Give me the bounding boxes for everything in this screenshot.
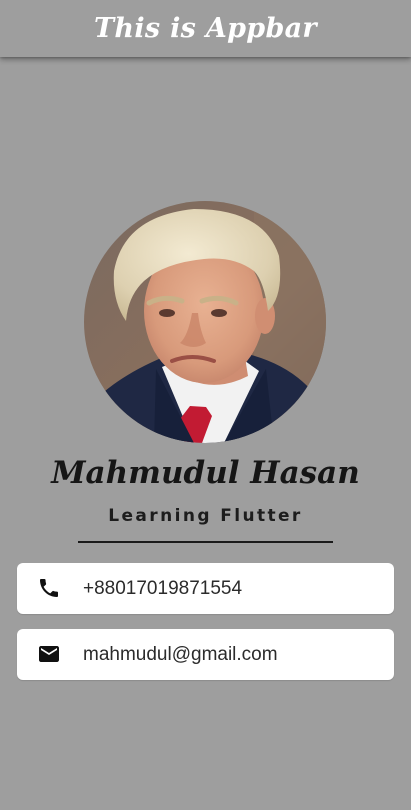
profile-avatar (84, 201, 326, 443)
mail-icon (37, 642, 61, 666)
email-card[interactable]: mahmudul@gmail.com (17, 629, 394, 680)
app-bar: This is Appbar (0, 0, 411, 57)
profile-subtitle: Learning Flutter (108, 506, 303, 526)
phone-card[interactable]: +88017019871554 (17, 563, 394, 614)
phone-icon (37, 576, 61, 600)
profile-name: Mahmudul Hasan (51, 455, 360, 491)
email-address: mahmudul@gmail.com (83, 644, 278, 665)
profile-photo-image (84, 201, 326, 443)
app-screen: This is Appbar Mahmudul Hasan Learning F… (0, 0, 411, 810)
divider (78, 541, 333, 543)
phone-number: +88017019871554 (83, 578, 243, 599)
appbar-title: This is Appbar (94, 13, 317, 44)
